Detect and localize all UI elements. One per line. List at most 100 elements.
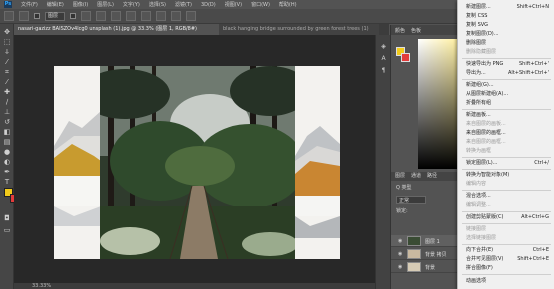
menu-help[interactable]: 帮助(H) <box>279 1 297 8</box>
eraser-tool-icon[interactable]: ◧ <box>2 128 12 136</box>
align-top-icon[interactable] <box>126 11 136 21</box>
more-options-icon[interactable] <box>171 11 181 21</box>
crop-tool-icon[interactable]: ⌗ <box>2 68 12 76</box>
tab-channels[interactable]: 通道 <box>411 172 421 181</box>
move-tool-icon[interactable]: ✥ <box>2 28 12 36</box>
menu-image[interactable]: 图像(I) <box>73 1 88 8</box>
eye-icon[interactable]: ◉ <box>398 264 404 270</box>
menu-separator <box>462 109 551 110</box>
menu-window[interactable]: 窗口(W) <box>251 1 270 8</box>
color-panel-background-swatch[interactable] <box>401 53 410 62</box>
menu-layer[interactable]: 图层(L) <box>97 1 114 8</box>
blend-mode-dropdown[interactable]: 正常 <box>396 196 426 204</box>
screen-mode-icon[interactable]: ▭ <box>2 226 12 234</box>
menu-separator <box>462 211 551 212</box>
auto-select-checkbox[interactable] <box>34 13 40 19</box>
quick-mask-icon[interactable]: ◘ <box>2 214 12 222</box>
move-tool-preset[interactable] <box>19 11 29 21</box>
menu-item-create-clipping-mask[interactable]: 创建剪贴蒙版(C) Alt+Ctrl+G <box>458 213 554 222</box>
brush-tool-icon[interactable]: ∕ <box>2 98 12 106</box>
menu-item-blending-options[interactable]: 混合选项... <box>458 192 554 201</box>
menu-item-convert-to-smart-object[interactable]: 转换为智能对象(M) <box>458 171 554 180</box>
menu-item-export-as[interactable]: 导出为... Alt+Shift+Ctrl+' <box>458 69 554 78</box>
history-panel-icon[interactable]: ◈ <box>379 43 388 51</box>
type-tool-icon[interactable]: T <box>2 178 12 186</box>
menu-item-new-artboard[interactable]: 新建画板... <box>458 111 554 120</box>
tab-document-2[interactable]: black hanging bridge surrounded by green… <box>219 24 379 35</box>
menu-filter[interactable]: 滤镜(T) <box>175 1 192 8</box>
align-right-icon[interactable] <box>111 11 121 21</box>
healing-brush-tool-icon[interactable]: ✚ <box>2 88 12 96</box>
left-mountain-strip <box>54 66 101 259</box>
menu-item-animation-options[interactable]: 动画选项 <box>458 277 554 286</box>
pen-tool-icon[interactable]: ✒ <box>2 168 12 176</box>
menu-separator <box>462 79 551 80</box>
menu-item-artboard-from-layers: 来自图层的画板... <box>466 121 506 127</box>
character-panel-icon[interactable]: A <box>379 55 388 63</box>
menu-item-lock-layers[interactable]: 锁定图层(L)... Ctrl+/ <box>458 159 554 168</box>
layer-row[interactable]: ◉ 背景 <box>391 261 461 273</box>
layer-row[interactable]: ◉ 图层 1 <box>391 235 461 247</box>
eyedropper-tool-icon[interactable]: ⁄ <box>2 78 12 86</box>
menu-view[interactable]: 视图(V) <box>225 1 242 8</box>
layer-name[interactable]: 图层 1 <box>425 238 440 245</box>
menu-select[interactable]: 选择(S) <box>149 1 166 8</box>
home-button[interactable] <box>4 11 14 21</box>
menu-item-group-from-layers[interactable]: 从图层新建组(A)... <box>458 90 554 99</box>
menu-separator <box>462 223 551 224</box>
history-brush-tool-icon[interactable]: ↺ <box>2 118 12 126</box>
menu-item-merge-visible[interactable]: 合并可见图层(V) Shift+Ctrl+E <box>458 255 554 264</box>
tab-document-1[interactable]: nasari-gazizz BAISZOv4lcg0 unsplash (1).… <box>14 24 219 35</box>
eye-icon[interactable]: ◉ <box>398 251 404 257</box>
menu-item-duplicate-layer[interactable]: 复制图层(D)... <box>458 30 554 39</box>
tab-color[interactable]: 颜色 <box>395 27 405 34</box>
dodge-tool-icon[interactable]: ◐ <box>2 158 12 166</box>
menu-item-delete-layer[interactable]: 删除图层 <box>458 39 554 48</box>
lasso-tool-icon[interactable]: ↆ <box>2 48 12 56</box>
menu-item-collapse-all-groups[interactable]: 折叠所有组 <box>458 99 554 108</box>
layer-filter-label[interactable]: Q 类型 <box>396 185 412 191</box>
menu-item-quick-export-png[interactable]: 快速导出为 PNG Shift+Ctrl+' <box>458 60 554 69</box>
menu-item-frame-from-layers-2: 来自图层的画框... <box>466 139 506 145</box>
menu-separator <box>462 274 551 275</box>
menu-item-merge-down[interactable]: 向下合并(E) Ctrl+E <box>458 246 554 255</box>
align-center-icon[interactable] <box>96 11 106 21</box>
menu-item-flatten-image[interactable]: 拼合图像(F) <box>458 264 554 273</box>
tab-paths[interactable]: 路径 <box>427 172 437 181</box>
layer-context-menu: 新建图层... Shift+Ctrl+N 复制 CSS 复制 SVG 复制图层(D… <box>457 0 554 289</box>
align-middle-icon[interactable] <box>141 11 151 21</box>
align-bottom-icon[interactable] <box>156 11 166 21</box>
menu-item-frame-from-layers[interactable]: 来自图层的画框... <box>458 129 554 138</box>
layer-row[interactable]: ◉ 背景 拷贝 <box>391 248 461 260</box>
tab-layers[interactable]: 图层 <box>395 172 405 181</box>
menu-3d[interactable]: 3D(D) <box>201 2 216 8</box>
align-left-icon[interactable] <box>81 11 91 21</box>
layer-name[interactable]: 背景 拷贝 <box>425 251 447 258</box>
gradient-tool-icon[interactable]: ▤ <box>2 138 12 146</box>
3d-mode-icon[interactable] <box>186 11 196 21</box>
quick-select-tool-icon[interactable]: ⁄ <box>2 58 12 66</box>
menu-type[interactable]: 文字(Y) <box>123 1 140 8</box>
eye-icon[interactable]: ◉ <box>398 238 404 244</box>
menu-separator <box>462 157 551 158</box>
layer-name[interactable]: 背景 <box>425 264 435 271</box>
auto-select-dropdown[interactable]: 图层 <box>45 11 65 21</box>
transform-controls-checkbox[interactable] <box>70 13 76 19</box>
menu-item-new-layer[interactable]: 新建图层... Shift+Ctrl+N <box>458 3 554 12</box>
menu-item-copy-css[interactable]: 复制 CSS <box>458 12 554 21</box>
photoshop-logo: Ps <box>4 1 12 8</box>
menu-item-delete-hidden-layers: 删除隐藏图层 <box>466 49 497 55</box>
menu-item-copy-svg[interactable]: 复制 SVG <box>458 21 554 30</box>
clone-stamp-tool-icon[interactable]: ⊥ <box>2 108 12 116</box>
document-tabs: nasari-gazizz BAISZOv4lcg0 unsplash (1).… <box>14 24 389 35</box>
menu-item-new-group[interactable]: 新建组(G)... <box>458 81 554 90</box>
canvas-area[interactable] <box>14 35 375 283</box>
paragraph-panel-icon[interactable]: ¶ <box>379 67 388 75</box>
tab-swatches[interactable]: 色板 <box>411 27 421 34</box>
menu-file[interactable]: 文件(F) <box>21 1 38 8</box>
tools-panel: ✥ ⬚ ↆ ⁄ ⌗ ⁄ ✚ ∕ ⊥ ↺ ◧ ▤ ● ◐ ✒ T ◘ ▭ <box>0 24 19 289</box>
menu-edit[interactable]: 编辑(E) <box>47 1 64 8</box>
marquee-tool-icon[interactable]: ⬚ <box>2 38 12 46</box>
right-mountain-strip <box>295 66 342 259</box>
blur-tool-icon[interactable]: ● <box>2 148 12 156</box>
